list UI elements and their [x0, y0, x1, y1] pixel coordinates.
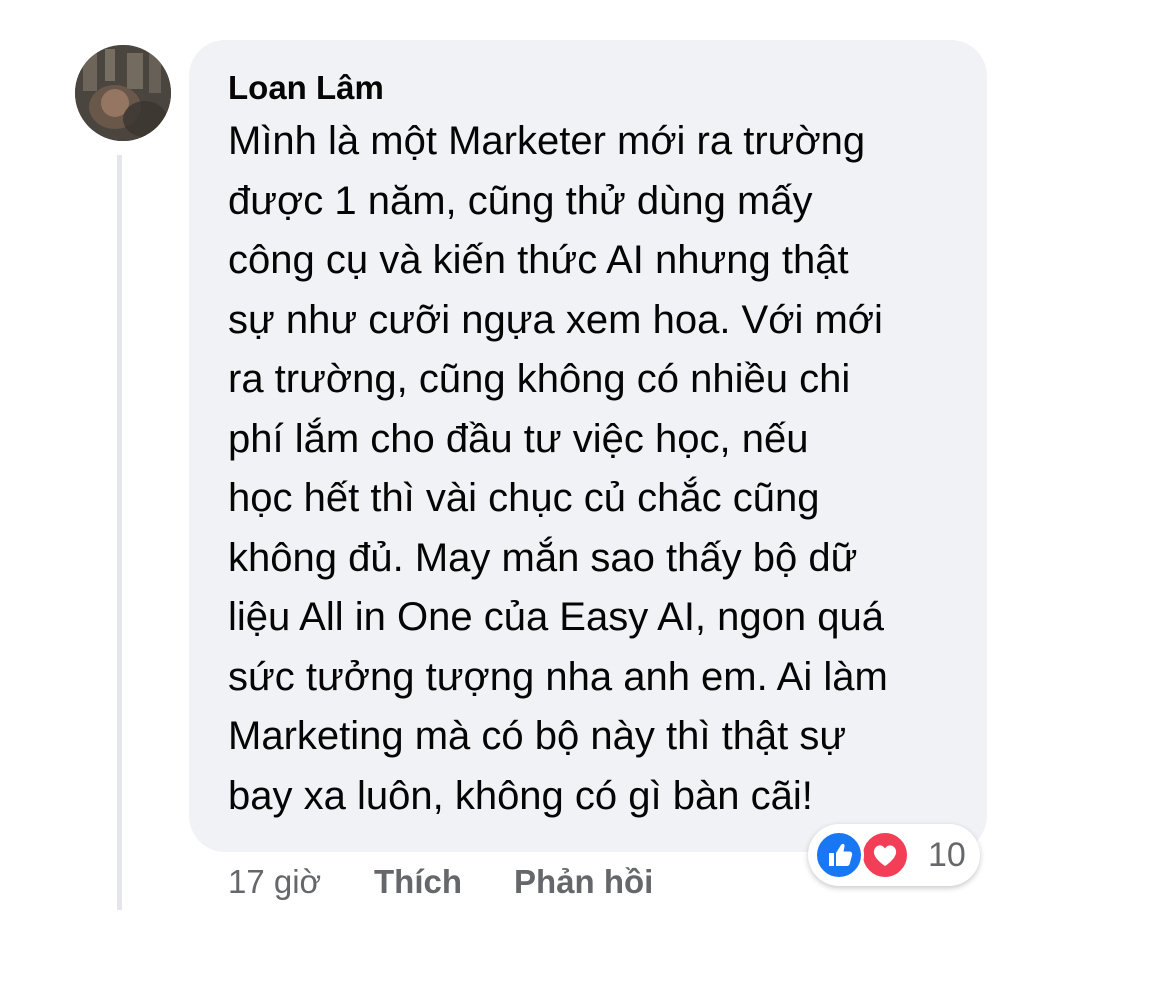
- comment-line: học hết thì vài chục củ chắc cũng: [228, 476, 820, 520]
- comment-author[interactable]: Loan Lâm: [228, 68, 384, 108]
- love-icon: [860, 830, 910, 880]
- avatar[interactable]: [75, 45, 171, 141]
- comment-line: Marketing mà có bộ này thì thật sự: [228, 714, 847, 758]
- comment-line: phí lắm cho đầu tư việc học, nếu: [228, 416, 809, 461]
- comment-line: ra trường, cũng không có nhiều chi: [228, 357, 851, 401]
- comment-line: liệu All in One của Easy AI, ngon quá: [228, 595, 884, 639]
- comment-line: không đủ. May mắn sao thấy bộ dữ: [228, 535, 858, 580]
- avatar-photo: [75, 45, 171, 141]
- comment-line: công cụ và kiến thức AI nhưng thật: [228, 238, 849, 282]
- like-button[interactable]: Thích: [374, 860, 462, 904]
- thread-line: [117, 155, 122, 910]
- comment-line: sự như cưỡi ngựa xem hoa. Với mới: [228, 297, 883, 342]
- comment-line: sức tưởng tượng nha anh em. Ai làm: [228, 654, 888, 699]
- comment-line: được 1 năm, cũng thử dùng mấy: [228, 178, 813, 223]
- reply-button[interactable]: Phản hồi: [514, 860, 653, 904]
- comment-timestamp[interactable]: 17 giờ: [228, 860, 321, 904]
- comment-text: Mình là một Marketer mới ra trường được …: [228, 112, 968, 826]
- reaction-count: 10: [928, 836, 966, 874]
- like-icon: [814, 830, 864, 880]
- comment-line: bay xa luôn, không có gì bàn cãi!: [228, 773, 813, 818]
- comment-line: Mình là một Marketer mới ra trường: [228, 119, 866, 163]
- reactions-summary[interactable]: 10: [808, 824, 980, 886]
